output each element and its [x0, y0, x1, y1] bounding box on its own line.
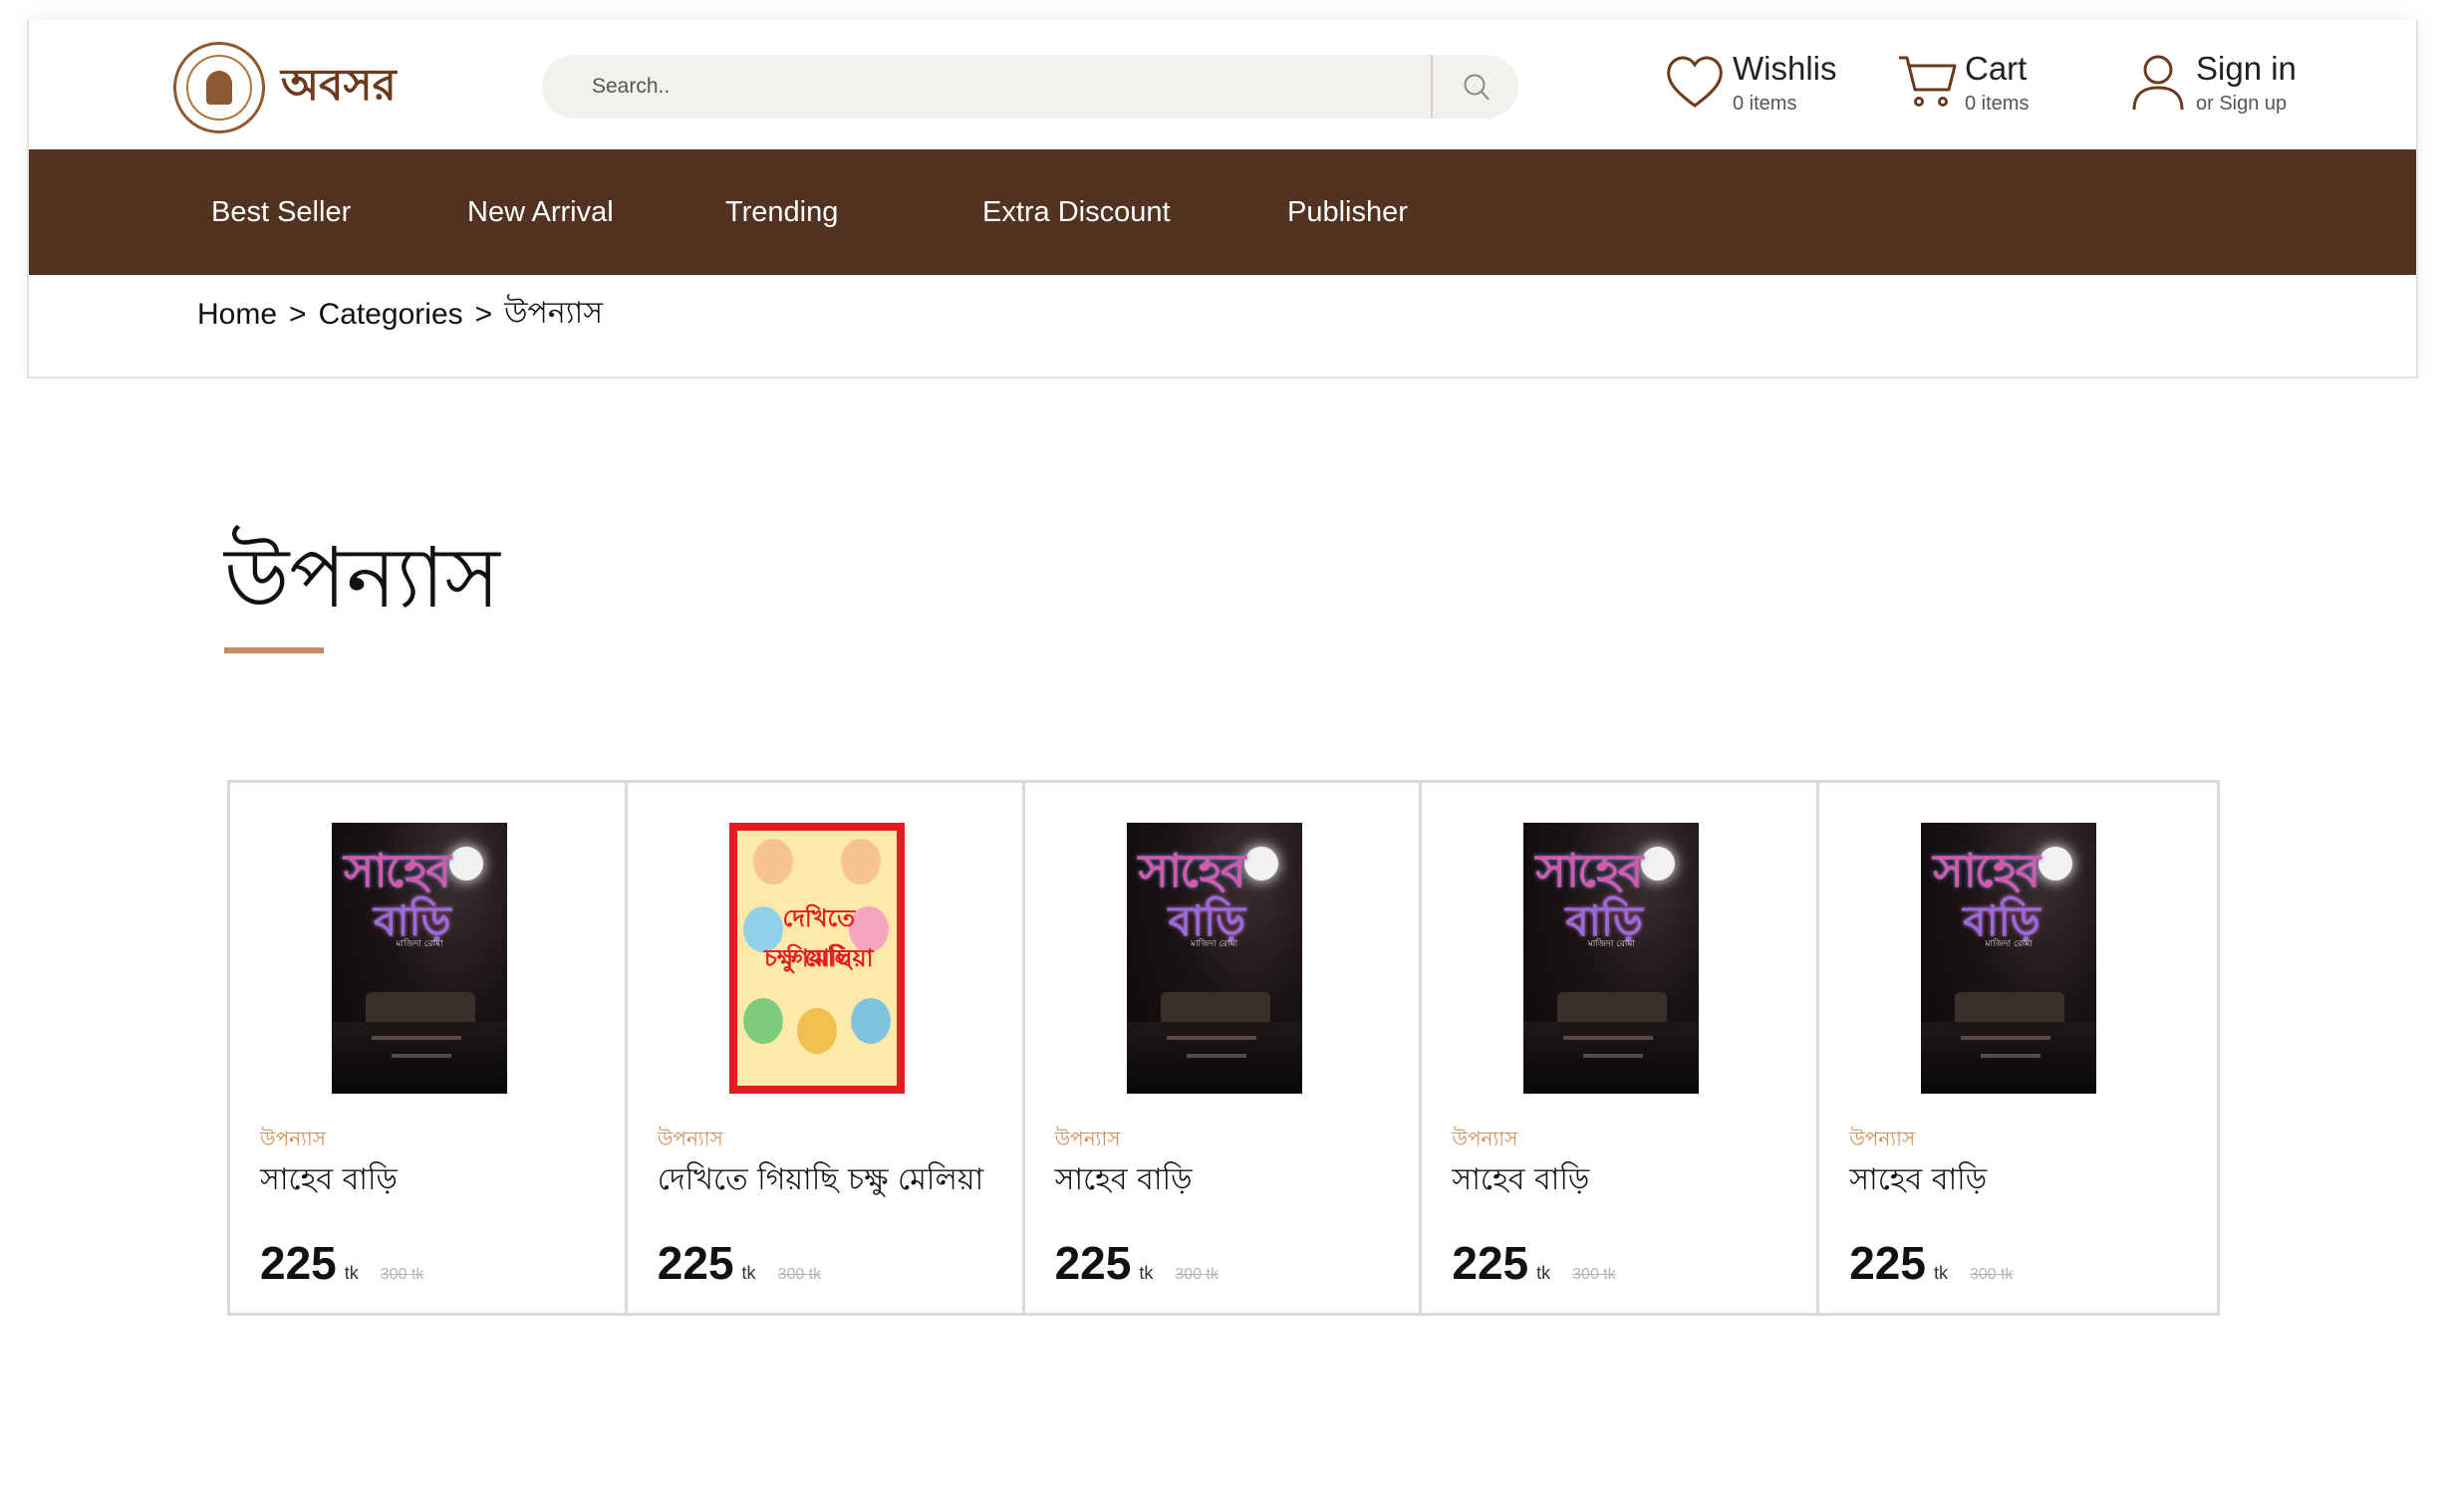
old-price: 300 tk — [1572, 1266, 1616, 1283]
breadcrumb-current: উপন্যাস — [504, 297, 604, 330]
sign-up-link[interactable]: or Sign up — [2196, 88, 2297, 120]
price-unit: tk — [1536, 1263, 1551, 1283]
wishlist-label: Wishlis — [1733, 50, 1837, 87]
cover-author: মাজিদা রোমা — [396, 939, 443, 949]
price-unit: tk — [741, 1263, 756, 1283]
price-unit: tk — [1139, 1263, 1154, 1283]
product-category[interactable]: উপন্যাস — [658, 1125, 723, 1157]
user-icon — [2126, 50, 2190, 114]
price-unit: tk — [1933, 1263, 1948, 1283]
price-unit: tk — [344, 1263, 359, 1283]
book-cover[interactable]: সাহেব বাড়ি মাজিদা রোমা — [332, 823, 507, 1094]
account-widget[interactable]: Sign in or Sign up — [2126, 50, 2297, 120]
search-icon — [1464, 74, 1490, 101]
old-price: 300 tk — [1175, 1266, 1219, 1283]
cart-widget[interactable]: Cart 0 items — [1895, 50, 2029, 120]
product-name[interactable]: সাহেব বাড়ি — [260, 1155, 398, 1206]
product-category[interactable]: উপন্যাস — [260, 1125, 326, 1157]
wishlist-widget[interactable]: Wishlis 0 items — [1663, 50, 1837, 120]
logo-badge-icon — [173, 42, 265, 133]
sign-in-link[interactable]: Sign in — [2196, 50, 2297, 88]
breadcrumb-home[interactable]: Home — [197, 298, 277, 332]
product-card[interactable]: সাহেব বাড়ি মাজিদা রোমা উপন্যাস সাহেব বা… — [230, 783, 628, 1313]
search-bar — [542, 55, 1518, 119]
old-price: 300 tk — [380, 1266, 424, 1283]
cover-author: মাজিদা রোমা — [1985, 939, 2033, 949]
title-underline — [224, 647, 324, 653]
breadcrumb-separator: > — [289, 297, 307, 331]
cover-author: মাজিদা রোমা — [1587, 939, 1636, 949]
book-cover[interactable]: সাহেব বাড়ি মাজিদা রোমা — [1921, 823, 2097, 1094]
nav-item-publisher[interactable]: Publisher — [1287, 149, 1408, 275]
wishlist-count: 0 items — [1733, 93, 1797, 115]
cover-author: মাজিদা রোমা — [1190, 939, 1238, 949]
product-category[interactable]: উপন্যাস — [1452, 1125, 1517, 1157]
old-price: 300 tk — [777, 1266, 822, 1283]
page-title: উপন্যাস — [224, 529, 500, 627]
product-card[interactable]: সাহেব বাড়ি মাজিদা রোমা উপন্যাস সাহেব বা… — [1422, 783, 1820, 1313]
search-divider — [1431, 55, 1433, 119]
nav-item-best-seller[interactable]: Best Seller — [211, 149, 351, 275]
product-price: 225 — [657, 1237, 734, 1289]
product-price: 225 — [260, 1237, 337, 1289]
main-nav: Best Seller New Arrival Trending Extra D… — [29, 149, 2416, 275]
header-top-bar: অবসর Wishlis 0 items — [29, 20, 2416, 149]
product-card[interactable]: সাহেব বাড়ি মাজিদা রোমা উপন্যাস সাহেব বা… — [1024, 783, 1423, 1313]
product-card[interactable]: দেখিতে গিয়াছি চক্ষু মেলিয়া উপন্যাস দেখ… — [627, 783, 1025, 1313]
breadcrumb-separator: > — [474, 297, 493, 331]
price-row: 225 tk 300 tk — [1055, 1236, 1219, 1290]
breadcrumb: Home > Categories > উপন্যাস — [197, 289, 603, 340]
heart-icon — [1663, 50, 1727, 114]
price-row: 225 tk 300 tk — [1849, 1236, 2013, 1290]
breadcrumb-categories[interactable]: Categories — [319, 298, 463, 332]
product-name[interactable]: সাহেব বাড়ি — [1452, 1155, 1589, 1206]
product-name[interactable]: সাহেব বাড়ি — [1055, 1155, 1193, 1206]
book-cover[interactable]: সাহেব বাড়ি মাজিদা রোমা — [1126, 823, 1302, 1094]
brand-name: অবসর — [281, 59, 397, 111]
nav-item-trending[interactable]: Trending — [725, 149, 838, 275]
product-price: 225 — [1849, 1237, 1926, 1289]
cart-label: Cart — [1965, 50, 2028, 87]
cart-icon — [1895, 50, 1959, 114]
search-input[interactable] — [592, 55, 1389, 119]
brand-logo[interactable]: অবসর — [173, 42, 397, 133]
product-card[interactable]: সাহেব বাড়ি মাজিদা রোমা উপন্যাস সাহেব বা… — [1819, 783, 2217, 1313]
product-name[interactable]: দেখিতে গিয়াছি চক্ষু মেলিয়া — [658, 1155, 983, 1206]
cart-count: 0 items — [1965, 93, 2030, 115]
product-price: 225 — [1054, 1237, 1132, 1289]
old-price: 300 tk — [1969, 1266, 2014, 1283]
product-category[interactable]: উপন্যাস — [1849, 1125, 1915, 1157]
book-cover[interactable]: সাহেব বাড়ি মাজিদা রোমা — [1523, 823, 1700, 1094]
nav-item-new-arrival[interactable]: New Arrival — [467, 149, 614, 275]
price-row: 225 tk 300 tk — [658, 1236, 821, 1290]
product-grid: সাহেব বাড়ি মাজিদা রোমা উপন্যাস সাহেব বা… — [227, 780, 2220, 1316]
product-category[interactable]: উপন্যাস — [1055, 1125, 1121, 1157]
product-price: 225 — [1452, 1237, 1529, 1289]
price-row: 225 tk 300 tk — [260, 1236, 423, 1290]
book-cover[interactable]: দেখিতে গিয়াছি চক্ষু মেলিয়া — [728, 823, 905, 1094]
nav-item-extra-discount[interactable]: Extra Discount — [982, 149, 1171, 275]
price-row: 225 tk 300 tk — [1452, 1236, 1615, 1290]
search-button[interactable] — [1435, 55, 1518, 119]
cover-title-line2: চক্ষু মেলিয়া — [763, 944, 874, 972]
product-name[interactable]: সাহেব বাড়ি — [1849, 1155, 1987, 1206]
